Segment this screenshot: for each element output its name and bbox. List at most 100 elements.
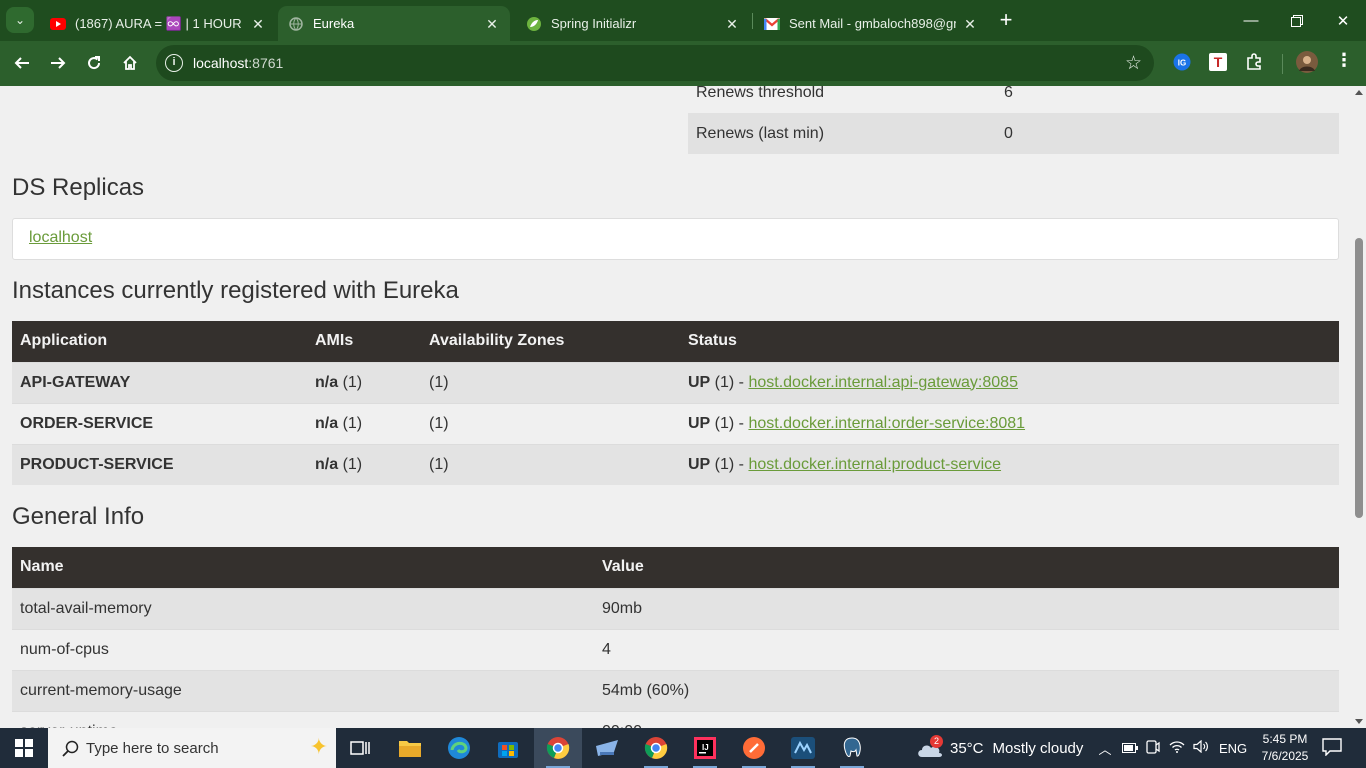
address-bar[interactable]: i localhost:8761 ☆ [156, 45, 1154, 81]
spring-icon [526, 16, 542, 32]
replica-link[interactable]: localhost [29, 229, 92, 246]
instance-link[interactable]: host.docker.internal:order-service:8081 [748, 415, 1025, 432]
forward-arrow-icon[interactable] [44, 49, 72, 77]
app-name: API-GATEWAY [12, 361, 307, 403]
extensions-puzzle-icon[interactable] [1243, 51, 1265, 73]
site-info-icon[interactable]: i [165, 54, 183, 72]
close-tab-icon[interactable]: ✕ [484, 16, 500, 32]
tab-search-chevron-icon[interactable]: ⌄ [6, 7, 34, 33]
weather-temp: 35°C [950, 739, 984, 757]
store-icon[interactable] [488, 733, 528, 763]
minimize-window-icon[interactable]: — [1228, 0, 1274, 41]
info-value: 4 [594, 628, 1339, 670]
restore-window-icon[interactable] [1274, 0, 1320, 41]
intellij-icon[interactable]: IJ [685, 733, 725, 768]
chevron-up-icon[interactable]: ︿ [1096, 739, 1114, 758]
svg-text:IG: IG [1178, 59, 1186, 68]
copilot-sparkle-icon[interactable]: ✦ [310, 734, 328, 760]
wifi-icon[interactable] [1169, 740, 1185, 756]
chrome-icon[interactable] [636, 733, 676, 768]
url-text: localhost:8761 [193, 55, 284, 71]
close-tab-icon[interactable]: ✕ [250, 16, 266, 32]
table-row: ORDER-SERVICE n/a (1) (1) UP (1) - host.… [12, 402, 1339, 444]
instance-link[interactable]: host.docker.internal:api-gateway:8085 [748, 374, 1018, 391]
scroll-down-arrow-icon[interactable] [1355, 719, 1363, 724]
back-arrow-icon[interactable] [8, 49, 36, 77]
table-row: API-GATEWAY n/a (1) (1) UP (1) - host.do… [12, 361, 1339, 403]
reload-icon[interactable] [80, 49, 108, 77]
stat-value: 0 [996, 113, 1339, 154]
table-row: total-avail-memory 90mb [12, 587, 1339, 629]
tab-eureka[interactable]: Eureka ✕ [278, 6, 510, 41]
gmail-icon [764, 16, 780, 32]
file-explorer-icon[interactable] [390, 733, 430, 763]
ami-cell: n/a (1) [307, 443, 421, 485]
column-header: Value [594, 547, 1339, 588]
instances-table: Application AMIs Availability Zones Stat… [12, 321, 1339, 485]
volume-icon[interactable] [1193, 739, 1209, 756]
extension-blue-icon[interactable]: IG [1171, 51, 1193, 73]
cloud-icon: 2 [916, 735, 944, 759]
network-app-icon[interactable] [587, 733, 627, 763]
table-row: Renews threshold 6 [688, 86, 1339, 113]
column-header: Status [680, 321, 1339, 362]
profile-avatar[interactable] [1296, 51, 1318, 73]
instance-link[interactable]: host.docker.internal:product-service [748, 456, 1001, 473]
table-row: Renews (last min) 0 [688, 113, 1339, 154]
tab-spring-initializr[interactable]: Spring Initializr ✕ [516, 6, 750, 41]
general-info-heading: General Info [12, 503, 145, 530]
stat-label: Renews threshold [696, 86, 825, 101]
postman-icon[interactable] [734, 733, 774, 768]
extension-t-icon[interactable]: T [1207, 51, 1229, 73]
column-header: AMIs [307, 321, 421, 362]
language-indicator[interactable]: ENG [1219, 741, 1247, 756]
notification-center-icon[interactable] [1322, 738, 1344, 758]
ami-cell: n/a (1) [307, 361, 421, 403]
stat-label: Renews (last min) [688, 113, 996, 154]
eureka-dashboard: Renews threshold 6 Renews (last min) 0 D… [0, 86, 1352, 728]
svg-text:IJ: IJ [702, 743, 709, 752]
tab-youtube[interactable]: (1867) AURA = ♾️ | 1 HOUR AU ✕ [40, 6, 276, 41]
info-name: server-uptime [12, 710, 594, 728]
search-placeholder: Type here to search [86, 739, 219, 757]
browser-menu-icon[interactable]: ⋮ [1334, 50, 1354, 71]
page-scrollbar[interactable] [1352, 86, 1366, 728]
mysql-workbench-icon[interactable] [783, 733, 823, 768]
battery-icon[interactable] [1122, 741, 1138, 756]
browser-toolbar: i localhost:8761 ☆ IG T ⋮ [0, 41, 1366, 86]
column-header: Name [12, 547, 594, 588]
table-header-row: Application AMIs Availability Zones Stat… [12, 321, 1339, 362]
home-icon[interactable] [116, 49, 144, 77]
info-value: 90mb [594, 587, 1339, 629]
new-tab-plus-icon[interactable]: + [993, 8, 1019, 34]
zones-cell: (1) [421, 402, 680, 444]
tab-gmail[interactable]: Sent Mail - gmbaloch898@gm ✕ [754, 6, 988, 41]
system-tray: ︿ ENG [1096, 728, 1247, 768]
taskbar-clock[interactable]: 5:45 PM 7/6/2025 [1252, 731, 1318, 765]
taskbar-search-box[interactable]: Type here to search ✦ [48, 728, 336, 768]
info-value: 00:00 [594, 710, 1339, 728]
info-name: current-memory-usage [12, 669, 594, 711]
windows-start-icon[interactable] [0, 728, 48, 768]
scroll-thumb[interactable] [1355, 238, 1363, 518]
tab-title: Sent Mail - gmbaloch898@gm [789, 16, 956, 31]
edge-icon[interactable] [439, 733, 479, 763]
chrome-icon[interactable] [538, 733, 578, 768]
lease-stats-table: Renews threshold 6 Renews (last min) 0 [688, 86, 1339, 154]
toolbar-separator [1282, 54, 1283, 74]
close-tab-icon[interactable]: ✕ [962, 16, 978, 32]
weather-widget[interactable]: 2 35°C Mostly cloudy [916, 728, 1083, 768]
task-view-icon[interactable] [340, 733, 380, 763]
ds-replicas-heading: DS Replicas [12, 174, 145, 201]
bookmark-star-icon[interactable]: ☆ [1125, 52, 1142, 75]
close-window-icon[interactable]: ✕ [1320, 0, 1366, 41]
app-name: PRODUCT-SERVICE [12, 443, 307, 485]
scroll-up-arrow-icon[interactable] [1355, 90, 1363, 95]
close-tab-icon[interactable]: ✕ [724, 16, 740, 32]
tab-title: Spring Initializr [551, 16, 637, 31]
table-row: server-uptime 00:00 [12, 710, 1339, 728]
status-cell: UP (1) - host.docker.internal:order-serv… [680, 402, 1339, 444]
meet-now-icon[interactable] [1146, 739, 1160, 757]
tab-title: Eureka [313, 16, 355, 31]
pgadmin-icon[interactable] [832, 733, 872, 768]
